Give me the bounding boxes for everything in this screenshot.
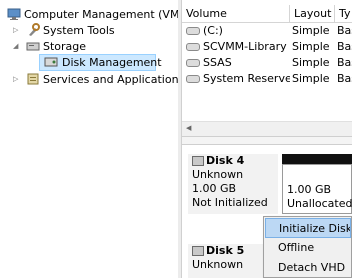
pane-divider[interactable] xyxy=(182,136,352,145)
type-cell: Bas xyxy=(337,56,352,69)
layout-cell: Simple xyxy=(292,56,330,69)
volume-list-header: Volume Layout Ty xyxy=(182,5,352,23)
menu-item-offline[interactable]: Offline xyxy=(265,238,351,258)
disk4-status: Not Initialized xyxy=(192,196,268,209)
volume-row[interactable]: (C:) Simple Bas xyxy=(182,23,352,39)
drive-icon xyxy=(186,26,200,35)
column-header-volume[interactable]: Volume xyxy=(182,5,290,22)
expand-arrow-icon[interactable]: ▷ xyxy=(13,71,21,88)
layout-cell: Simple xyxy=(292,40,330,53)
volume-row[interactable]: System Reserved Simple Bas xyxy=(182,71,352,87)
tools-icon xyxy=(29,23,40,36)
volume-name: SSAS xyxy=(203,56,232,69)
volume-name: SCVMM-Library xyxy=(203,40,287,53)
drive-icon xyxy=(186,42,200,51)
volume-name: (C:) xyxy=(203,24,223,37)
type-cell: Bas xyxy=(337,40,352,53)
partition-size: 1.00 GB xyxy=(287,183,332,196)
disk4-type: Unknown xyxy=(192,168,244,181)
drive-icon xyxy=(186,74,200,83)
storage-icon xyxy=(26,42,40,51)
volume-cell: SCVMM-Library xyxy=(182,39,290,55)
layout-cell: Simple xyxy=(292,24,330,37)
menu-item-detach-vhd[interactable]: Detach VHD xyxy=(265,258,351,278)
column-header-type[interactable]: Ty xyxy=(335,5,352,22)
type-cell: Bas xyxy=(337,24,352,37)
services-icon xyxy=(27,73,39,85)
volume-row[interactable]: SSAS Simple Bas xyxy=(182,55,352,71)
tree-label-disk-management: Disk Management xyxy=(62,56,162,69)
tree-label-storage: Storage xyxy=(43,40,87,53)
tree-item-services[interactable]: ▷ Services and Applications xyxy=(0,71,184,88)
tree-label-services: Services and Applications xyxy=(43,73,185,86)
menu-item-initialize-disk[interactable]: Initialize Disk xyxy=(265,218,351,238)
volume-cell: SSAS xyxy=(182,55,290,71)
partition-status: Unallocated xyxy=(287,197,352,210)
collapse-arrow-icon[interactable]: ◢ xyxy=(13,38,21,55)
disk-management-icon xyxy=(44,57,58,67)
tree-item-disk-management[interactable]: Disk Management xyxy=(0,54,178,71)
column-header-layout[interactable]: Layout xyxy=(290,5,335,22)
volume-name: System Reserved xyxy=(203,72,290,85)
volume-row[interactable]: SCVMM-Library Simple Bas xyxy=(182,39,352,55)
computer-management-icon xyxy=(7,8,21,20)
tree-label-root: Computer Management (VMH xyxy=(24,8,188,21)
layout-cell: Simple xyxy=(292,72,330,85)
disk4-label[interactable]: Disk 4 Unknown 1.00 GB Not Initialized xyxy=(188,154,278,214)
context-menu: Initialize Disk Offline Detach VHD xyxy=(263,216,352,278)
disk-icon xyxy=(192,246,204,256)
volume-cell: (C:) xyxy=(182,23,290,39)
tree-item-system-tools[interactable]: ▷ System Tools xyxy=(0,22,178,39)
drive-icon xyxy=(186,58,200,67)
navigation-tree: Computer Management (VMH ▷ System Tools … xyxy=(0,0,188,278)
disk5-name: Disk 5 xyxy=(206,244,245,257)
tree-item-storage[interactable]: ◢ Storage xyxy=(0,38,178,55)
tree-item-computer-management[interactable]: Computer Management (VMH xyxy=(0,6,188,23)
disk-icon xyxy=(192,156,204,166)
type-cell: Bas xyxy=(337,72,352,85)
tree-label-system-tools: System Tools xyxy=(43,24,115,37)
disk4-title-row: Disk 4 xyxy=(188,154,278,168)
volume-cell: System Reserved xyxy=(182,71,290,87)
unallocated-header-bar xyxy=(282,154,352,164)
scroll-left-icon[interactable]: ◀ xyxy=(186,124,191,132)
expand-arrow-icon[interactable]: ▷ xyxy=(13,22,21,39)
disk4-name: Disk 4 xyxy=(206,154,245,167)
horizontal-scrollbar[interactable]: ◀ xyxy=(182,121,352,137)
disk4-size: 1.00 GB xyxy=(192,182,237,195)
disk4-unallocated-partition[interactable]: 1.00 GB Unallocated xyxy=(282,164,352,214)
